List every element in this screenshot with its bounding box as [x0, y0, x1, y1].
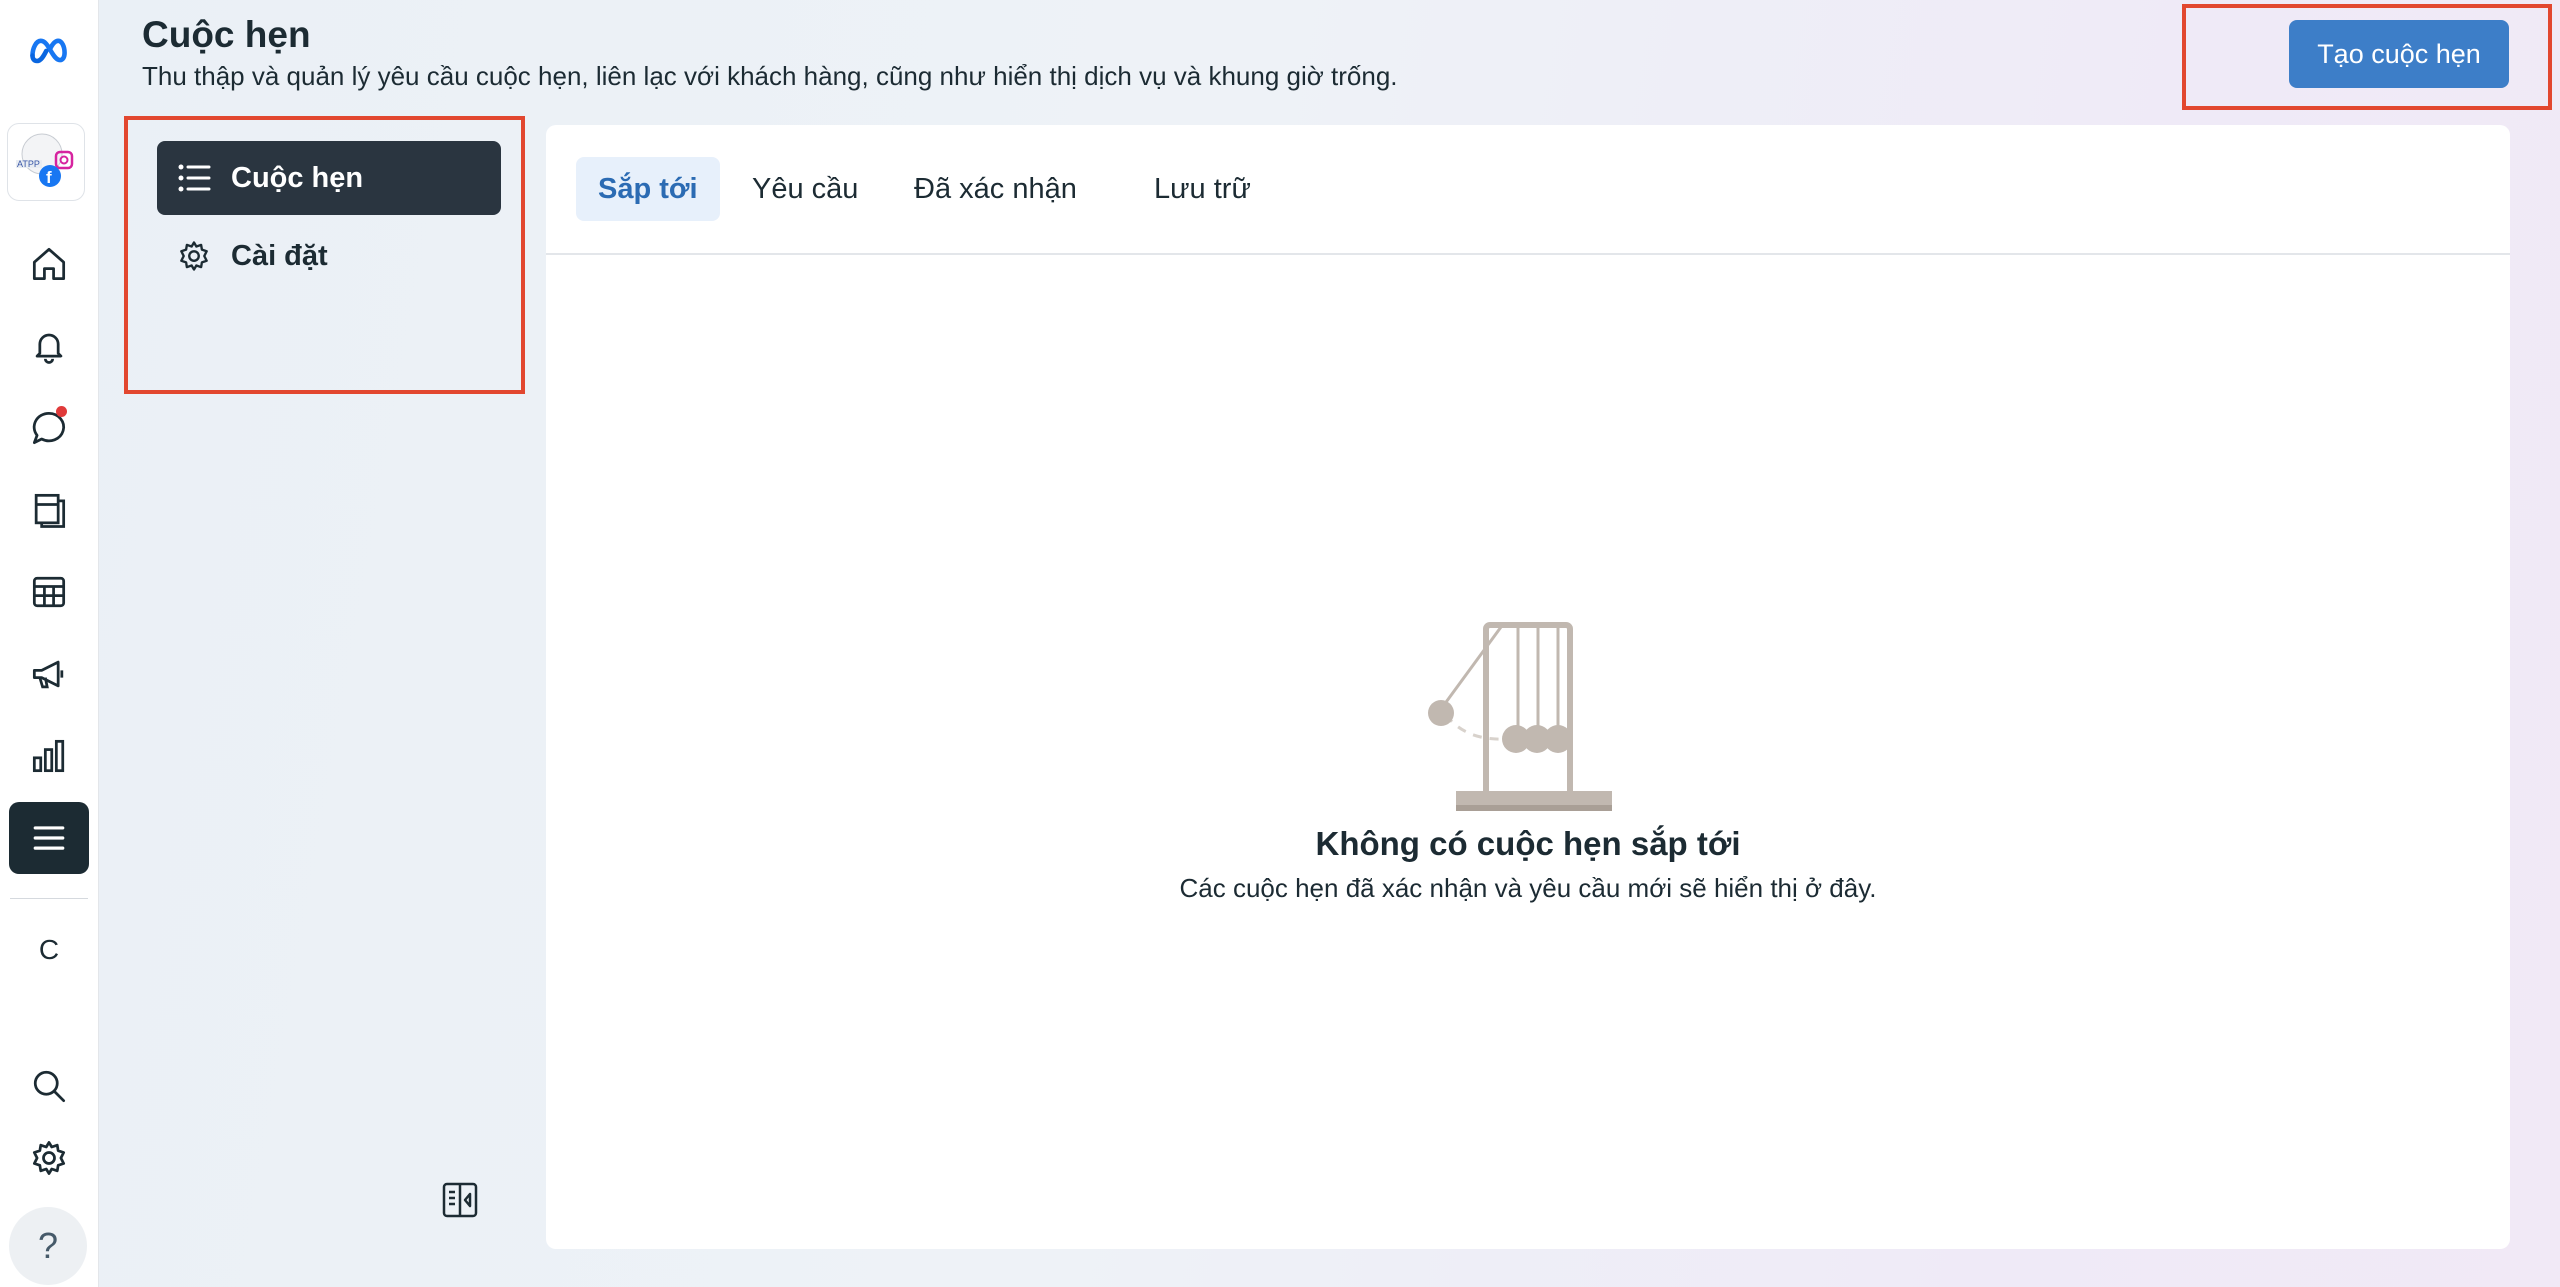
tab-archive[interactable]: Lưu trữ	[1132, 157, 1273, 221]
chat-icon[interactable]	[9, 392, 89, 464]
nav-rail: ATPP f C ?	[0, 0, 99, 1287]
side-menu-label: Cài đặt	[231, 239, 328, 272]
help-icon[interactable]: ?	[9, 1207, 87, 1285]
collapse-panel-icon[interactable]	[440, 1180, 480, 1220]
empty-state-title: Không có cuộc hẹn sắp tới	[1315, 825, 1741, 862]
empty-state-subtitle: Các cuộc hẹn đã xác nhận và yêu cầu mới …	[1179, 873, 1877, 903]
meta-logo-icon[interactable]	[9, 14, 89, 86]
svg-text:ATPP: ATPP	[17, 159, 40, 169]
svg-text:f: f	[46, 168, 52, 187]
page-avatar[interactable]: ATPP f	[7, 123, 85, 201]
create-appointment-button[interactable]: Tạo cuộc hẹn	[2289, 20, 2509, 88]
side-menu-label: Cuộc hẹn	[231, 161, 364, 194]
notification-dot	[56, 406, 67, 417]
gear-icon	[180, 241, 208, 271]
tab-confirmed[interactable]: Đã xác nhận	[892, 157, 1099, 221]
side-menu-item-appointments[interactable]: Cuộc hẹn	[157, 141, 501, 215]
side-menu-item-settings[interactable]: Cài đặt	[157, 219, 501, 293]
search-icon[interactable]	[9, 1050, 89, 1122]
rail-letter[interactable]: C	[9, 920, 89, 980]
gear-icon[interactable]	[9, 1122, 89, 1194]
list-icon	[178, 164, 211, 192]
page-subtitle: Thu thập và quản lý yêu cầu cuộc hẹn, li…	[142, 61, 1398, 91]
table-icon[interactable]	[9, 556, 89, 628]
appointments-panel: Sắp tới Yêu cầu Đã xác nhận Lưu trữ Khôn…	[546, 125, 2510, 1249]
home-icon[interactable]	[9, 228, 89, 300]
rail-divider	[10, 898, 88, 899]
tab-bar: Sắp tới Yêu cầu Đã xác nhận Lưu trữ	[546, 125, 2510, 255]
newtons-cradle-icon	[1428, 622, 1612, 811]
pages-icon[interactable]	[9, 474, 89, 546]
tab-upcoming[interactable]: Sắp tới	[576, 157, 720, 221]
bell-icon[interactable]	[9, 310, 89, 382]
page-title: Cuộc hẹn	[142, 14, 311, 55]
bar-chart-icon[interactable]	[9, 720, 89, 792]
tab-requests[interactable]: Yêu cầu	[730, 157, 880, 221]
menu-icon[interactable]	[9, 802, 89, 874]
megaphone-icon[interactable]	[9, 638, 89, 710]
